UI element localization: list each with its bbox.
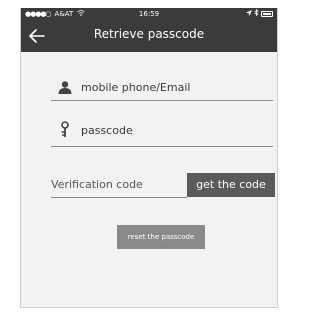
verification-code-field[interactable]: Verification code (51, 173, 187, 198)
user-icon (57, 79, 73, 95)
key-icon (57, 121, 73, 138)
bluetooth-icon (254, 8, 259, 20)
location-arrow-icon (246, 8, 252, 20)
nav-bar: Retrieve passcode (21, 20, 277, 52)
header: ●●●●○ A&AT 16:59 Retrieve passcode (21, 8, 277, 52)
page-title: Retrieve passcode (93, 27, 205, 41)
verification-row: Verification code get the code (51, 173, 275, 198)
status-bar: ●●●●○ A&AT 16:59 (21, 8, 277, 20)
phone-screen: ●●●●○ A&AT 16:59 Retrieve passcode mobil… (20, 8, 278, 308)
battery-icon (261, 11, 273, 17)
reset-passcode-button[interactable]: reset the passcode (117, 225, 205, 249)
status-right (246, 8, 273, 20)
passcode-field[interactable]: passcode (51, 114, 273, 147)
passcode-placeholder: passcode (81, 123, 133, 137)
account-placeholder: mobile phone/Email (81, 80, 191, 94)
account-field[interactable]: mobile phone/Email (51, 74, 273, 101)
get-code-button[interactable]: get the code (187, 173, 275, 197)
status-time: 16:59 (138, 10, 160, 18)
